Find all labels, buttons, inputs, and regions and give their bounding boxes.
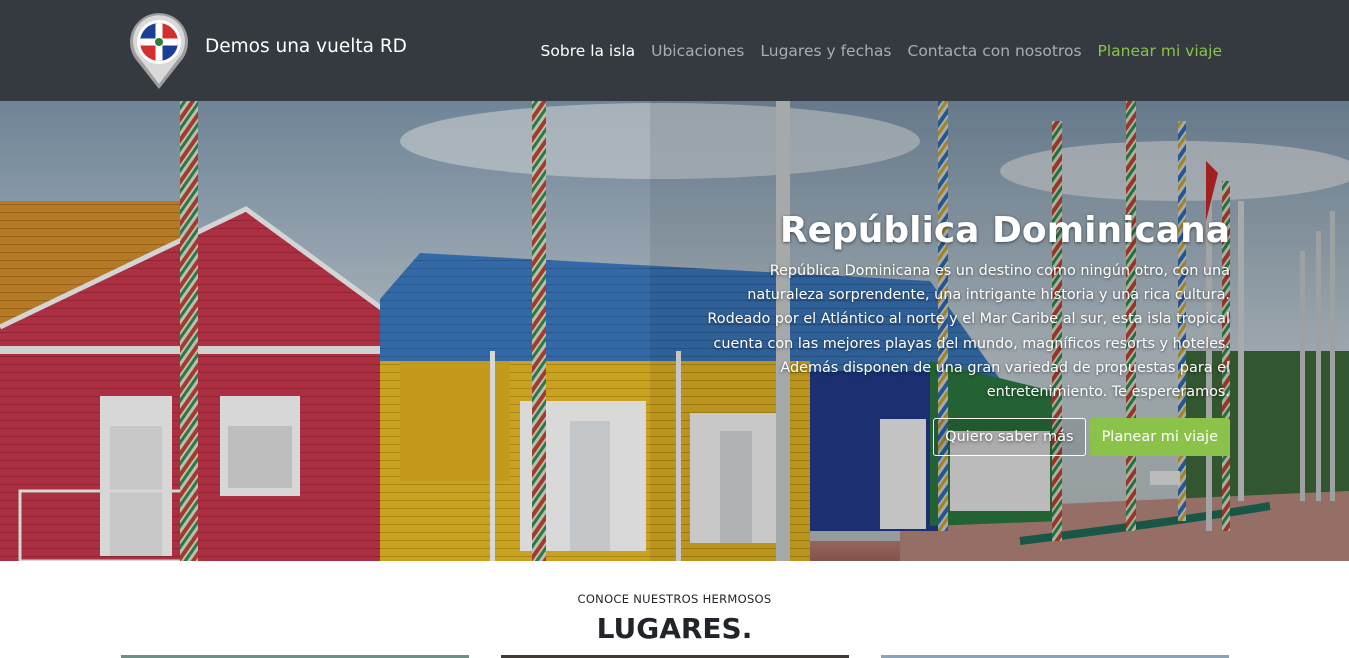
- nav-link-ubicaciones[interactable]: Ubicaciones: [651, 41, 744, 61]
- planear-mi-viaje-button[interactable]: Planear mi viaje: [1089, 418, 1230, 457]
- hero-banner: República Dominicana República Dominican…: [0, 101, 1349, 561]
- dominican-flag-map-pin-icon: [130, 13, 188, 90]
- top-navbar: Demos una vuelta RD Sobre la isla Ubicac…: [0, 0, 1349, 101]
- hero-buttons: Quiero saber más Planear mi viaje: [690, 418, 1230, 457]
- hero-title: República Dominicana: [779, 210, 1230, 251]
- section-subtitle: CONOCE NUESTROS HERMOSOS: [577, 592, 772, 606]
- brand-link[interactable]: Demos una vuelta RD: [128, 12, 407, 90]
- main-nav: Sobre la isla Ubicaciones Lugares y fech…: [541, 41, 1222, 61]
- hero-description: República Dominicana es un destino como …: [707, 263, 1230, 401]
- brand-name: Demos una vuelta RD: [205, 35, 407, 57]
- nav-link-planear-mi-viaje[interactable]: Planear mi viaje: [1098, 41, 1222, 61]
- lugares-section: CONOCE NUESTROS HERMOSOS LUGARES.: [0, 561, 1349, 658]
- nav-link-lugares-y-fechas[interactable]: Lugares y fechas: [760, 41, 891, 61]
- section-title: LUGARES.: [596, 612, 753, 645]
- hero-content: República Dominicana República Dominican…: [690, 209, 1230, 457]
- nav-link-contacta[interactable]: Contacta con nosotros: [908, 41, 1082, 61]
- nav-link-sobre-la-isla[interactable]: Sobre la isla: [541, 41, 636, 61]
- quiero-saber-mas-button[interactable]: Quiero saber más: [933, 418, 1086, 457]
